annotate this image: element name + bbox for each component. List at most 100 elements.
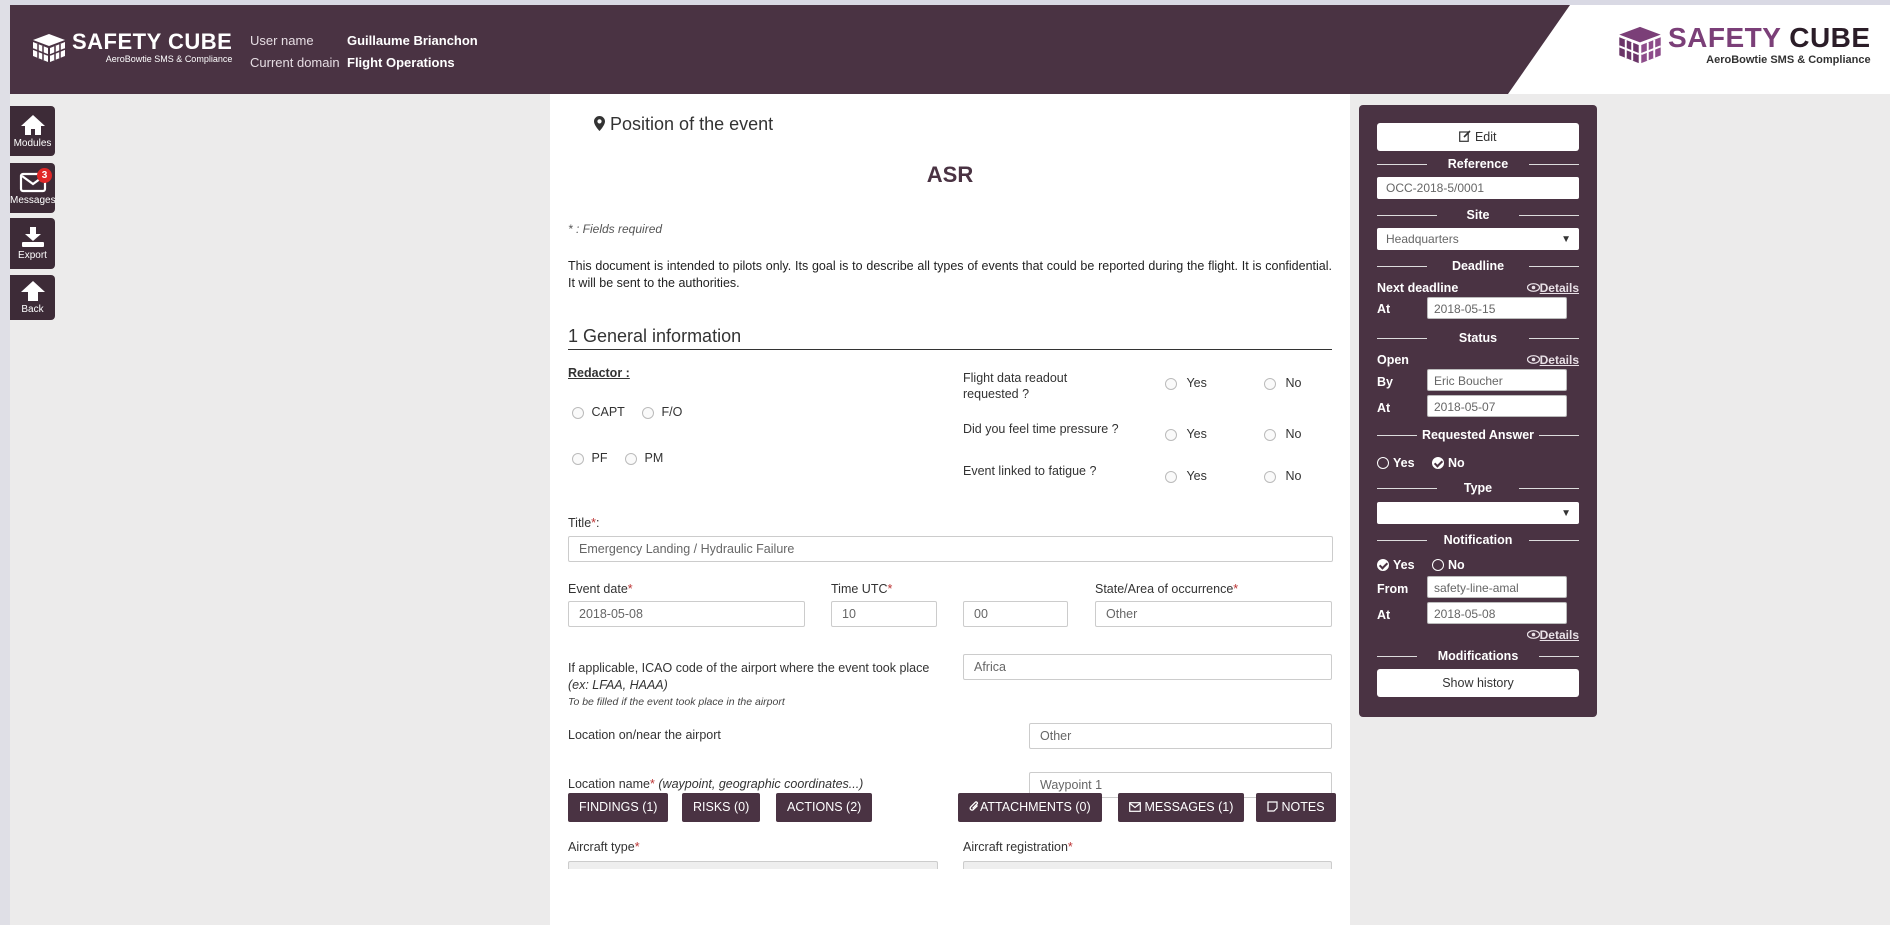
redactor-option-pf[interactable]: PF — [572, 451, 607, 465]
radio-notification-yes[interactable] — [1377, 559, 1389, 571]
redactor-option-fo[interactable]: F/O — [642, 405, 682, 419]
notes-button[interactable]: NOTES — [1256, 793, 1336, 822]
pm-label: PM — [644, 451, 664, 465]
deadline-at-field[interactable]: 2018-05-15 — [1427, 297, 1567, 319]
fatigue-yes[interactable]: Yes — [1165, 469, 1207, 483]
site-header: Site — [1377, 207, 1579, 223]
document-description: This document is intended to pilots only… — [568, 259, 1332, 290]
dropdown-arrow-icon: ▼ — [1561, 508, 1571, 519]
radio-capt[interactable] — [572, 406, 584, 419]
time-pressure-yes[interactable]: Yes — [1165, 427, 1207, 441]
aircraft-registration-select[interactable] — [963, 861, 1332, 869]
radio-flight-data-no[interactable] — [1264, 377, 1276, 390]
user-name-value: Guillaume Brianchon — [347, 33, 478, 48]
site-select[interactable]: Headquarters ▼ — [1377, 228, 1579, 250]
messages-label: Messages — [10, 195, 56, 206]
reference-field[interactable]: OCC-2018-5/0001 — [1377, 177, 1579, 199]
capt-label: CAPT — [591, 405, 625, 419]
back-button[interactable]: Back — [10, 275, 55, 320]
eye-icon — [1526, 355, 1540, 364]
cube-logo-icon — [32, 33, 66, 63]
fo-label: F/O — [661, 405, 683, 419]
notification-at-field[interactable]: 2018-05-08 — [1427, 602, 1567, 624]
note-icon — [1267, 801, 1278, 812]
notification-header: Notification — [1377, 532, 1579, 548]
fields-required-note: * : Fields required — [568, 222, 663, 236]
deadline-header: Deadline — [1377, 258, 1579, 274]
radio-requested-yes[interactable] — [1377, 457, 1389, 469]
user-name-label: User name — [250, 33, 314, 48]
flight-data-question: Flight data readout requested ? — [963, 371, 1068, 401]
radio-pm[interactable] — [625, 452, 637, 465]
fatigue-no[interactable]: No — [1264, 469, 1301, 483]
requested-answer-yes[interactable]: Yes — [1377, 456, 1415, 470]
redactor-label: Redactor : — [568, 366, 630, 380]
status-at-field[interactable]: 2018-05-07 — [1427, 395, 1567, 417]
current-domain-value: Flight Operations — [347, 55, 455, 70]
edit-icon — [1459, 130, 1472, 142]
messages-tab-button[interactable]: MESSAGES (1) — [1118, 793, 1245, 822]
attachments-label: ATTACHMENTS (0) — [980, 800, 1091, 814]
app-header: SAFETY CUBE AeroBowtie SMS & Compliance … — [10, 5, 1890, 94]
radio-fatigue-no[interactable] — [1264, 470, 1276, 483]
icao-input[interactable]: Africa — [963, 654, 1332, 680]
show-history-button[interactable]: Show history — [1377, 669, 1579, 697]
edit-label: Edit — [1474, 130, 1497, 144]
modules-button[interactable]: Modules — [10, 106, 55, 156]
paperclip-icon — [969, 801, 978, 811]
aircraft-type-select[interactable] — [568, 861, 938, 869]
section-general-information: 1 General information — [568, 326, 1332, 350]
findings-button[interactable]: FINDINGS (1) — [568, 793, 669, 822]
radio-time-pressure-yes[interactable] — [1165, 428, 1177, 441]
time-hour-input[interactable]: 10 — [831, 601, 937, 627]
notification-from-field[interactable]: safety-line-amal — [1427, 576, 1567, 598]
export-button[interactable]: Export — [10, 218, 55, 269]
modifications-header: Modifications — [1377, 648, 1579, 664]
messages-button[interactable]: 3 Messages — [10, 163, 56, 213]
redactor-option-capt[interactable]: CAPT — [572, 405, 625, 419]
deadline-details-link[interactable]: Details — [1526, 281, 1579, 295]
document-title: ASR — [926, 162, 974, 187]
radio-fatigue-yes[interactable] — [1165, 470, 1177, 483]
location-near-label: Location on/near the airport — [568, 728, 721, 742]
radio-fo[interactable] — [642, 406, 654, 419]
radio-time-pressure-no[interactable] — [1264, 428, 1276, 441]
actions-button[interactable]: ACTIONS (2) — [776, 793, 873, 822]
export-label: Export — [18, 250, 47, 261]
state-area-input[interactable]: Other — [1095, 601, 1332, 627]
time-minute-input[interactable]: 00 — [963, 601, 1068, 627]
user-info: User name Guillaume Brianchon Current dom… — [250, 30, 478, 74]
notification-yes[interactable]: Yes — [1377, 558, 1415, 572]
edit-button[interactable]: Edit — [1377, 123, 1579, 151]
map-marker-icon — [594, 116, 605, 131]
radio-pf[interactable] — [572, 452, 584, 465]
time-pressure-no[interactable]: No — [1264, 427, 1301, 441]
safety-cube-logo[interactable]: SAFETY CUBE AeroBowtie SMS & Compliance — [32, 31, 232, 64]
flight-data-yes[interactable]: Yes — [1165, 376, 1207, 390]
attachments-button[interactable]: ATTACHMENTS (0) — [958, 793, 1102, 822]
location-near-input[interactable]: Other — [1029, 723, 1332, 749]
window-left-border — [0, 0, 10, 925]
radio-notification-no[interactable] — [1432, 559, 1444, 571]
modules-label: Modules — [13, 138, 52, 149]
radio-requested-no[interactable] — [1432, 457, 1444, 469]
position-of-event-link[interactable]: Position of the event — [594, 114, 773, 135]
type-select[interactable]: ▼ — [1377, 502, 1579, 524]
radio-flight-data-yes[interactable] — [1165, 377, 1177, 390]
notification-details-link[interactable]: Details — [1526, 628, 1579, 642]
envelope-icon — [1129, 802, 1141, 812]
status-details-link[interactable]: Details — [1526, 353, 1579, 367]
redactor-option-pm[interactable]: PM — [625, 451, 663, 465]
home-icon — [20, 115, 45, 135]
requested-answer-header: Requested Answer — [1377, 427, 1579, 443]
notification-at-label: At — [1377, 608, 1391, 622]
requested-answer-no[interactable]: No — [1432, 456, 1465, 470]
notification-no[interactable]: No — [1432, 558, 1465, 572]
eye-icon — [1526, 283, 1540, 292]
status-by-field[interactable]: Eric Boucher — [1427, 369, 1567, 391]
notification-from-label: From — [1377, 582, 1409, 596]
risks-button[interactable]: RISKS (0) — [682, 793, 761, 822]
title-input[interactable]: Emergency Landing / Hydraulic Failure — [568, 536, 1333, 562]
flight-data-no[interactable]: No — [1264, 376, 1301, 390]
event-date-input[interactable]: 2018-05-08 — [568, 601, 805, 627]
